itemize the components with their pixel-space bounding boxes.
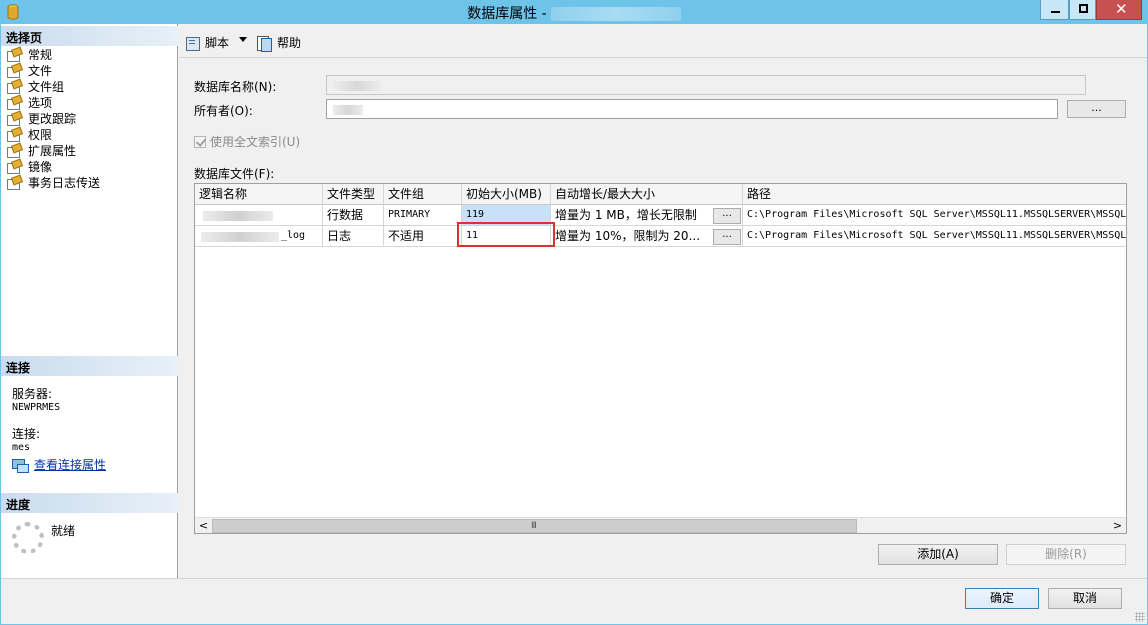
- progress-header: 进度: [1, 493, 178, 513]
- redacted-logical-name: [201, 232, 279, 242]
- window-title: 数据库属性 -: [0, 3, 1148, 23]
- autogrowth-cell[interactable]: 增量为 10%，限制为 20... ...: [551, 226, 743, 247]
- file-type-cell[interactable]: 行数据: [323, 205, 384, 226]
- close-button[interactable]: ✕: [1096, 0, 1142, 20]
- scroll-right-arrow-icon[interactable]: >: [1109, 518, 1126, 533]
- page-icon: [6, 160, 22, 174]
- redacted-db-name-value: [333, 81, 381, 91]
- scroll-left-arrow-icon[interactable]: <: [195, 518, 212, 533]
- page-item-files[interactable]: 文件: [6, 63, 100, 79]
- dialog-client: 选择页 常规 文件 文件组 选项 更改跟踪 权限 扩展属性 镜像 事务日志传送 …: [1, 24, 1147, 624]
- db-files-grid: 逻辑名称 文件类型 文件组 初始大小(MB) 自动增长/最大大小 路径 行数据 …: [194, 183, 1127, 534]
- page-icon: [6, 96, 22, 110]
- autogrowth-text: 增量为 10%，限制为 20...: [555, 229, 701, 243]
- title-bar: 数据库属性 - ✕: [0, 0, 1148, 24]
- logical-name-cell[interactable]: [195, 205, 323, 226]
- page-item-filegroups[interactable]: 文件组: [6, 79, 100, 95]
- script-button[interactable]: 脚本: [185, 34, 229, 51]
- script-dropdown-arrow-icon[interactable]: [239, 37, 247, 42]
- ok-button[interactable]: 确定: [965, 588, 1039, 609]
- progress-spinner-icon: [12, 522, 44, 554]
- db-name-label: 数据库名称(N):: [194, 80, 277, 94]
- pages-header: 选择页: [1, 26, 178, 46]
- cancel-button[interactable]: 取消: [1048, 588, 1122, 609]
- page-icon: [6, 64, 22, 78]
- autogrowth-cell[interactable]: 增量为 1 MB，增长无限制 ...: [551, 205, 743, 226]
- initial-size-cell[interactable]: 11: [462, 226, 551, 247]
- owner-label: 所有者(O):: [194, 104, 253, 118]
- table-row[interactable]: 行数据 PRIMARY 119 增量为 1 MB，增长无限制 ... C:\Pr…: [195, 205, 1126, 226]
- connection-info: 服务器: NEWPRMES 连接: mes: [12, 385, 172, 465]
- connection-value: mes: [12, 442, 31, 453]
- connection-properties-icon: [12, 458, 29, 473]
- pages-list: 常规 文件 文件组 选项 更改跟踪 权限 扩展属性 镜像 事务日志传送: [6, 47, 100, 191]
- minimize-button[interactable]: [1040, 0, 1069, 20]
- page-icon: [6, 80, 22, 94]
- page-item-permissions[interactable]: 权限: [6, 127, 100, 143]
- column-header-initial-size[interactable]: 初始大小(MB): [462, 184, 551, 205]
- add-button[interactable]: 添加(A): [878, 544, 998, 565]
- filegroup-cell[interactable]: PRIMARY: [384, 205, 462, 226]
- page-item-extended-properties[interactable]: 扩展属性: [6, 143, 100, 159]
- redacted-db-name: [550, 7, 681, 21]
- path-cell[interactable]: C:\Program Files\Microsoft SQL Server\MS…: [743, 205, 1126, 226]
- db-name-field[interactable]: [326, 75, 1086, 95]
- column-header-file-type[interactable]: 文件类型: [323, 184, 384, 205]
- maximize-button[interactable]: [1069, 0, 1096, 20]
- page-icon: [6, 48, 22, 62]
- remove-button[interactable]: 删除(R): [1006, 544, 1126, 565]
- server-label: 服务器:: [12, 387, 53, 401]
- page-icon: [6, 112, 22, 126]
- connection-header: 连接: [1, 356, 178, 376]
- toolbar: 脚本 帮助: [179, 24, 1147, 58]
- connection-label: 连接:: [12, 427, 41, 441]
- fulltext-checkbox[interactable]: 使用全文索引(U): [194, 133, 300, 150]
- filegroup-cell[interactable]: 不适用: [384, 226, 462, 247]
- column-header-logical-name[interactable]: 逻辑名称: [195, 184, 323, 205]
- page-icon: [6, 128, 22, 142]
- column-header-autogrowth[interactable]: 自动增长/最大大小: [551, 184, 743, 205]
- page-icon: [6, 176, 22, 190]
- logical-name-cell[interactable]: _log: [195, 226, 323, 247]
- autogrowth-text: 增量为 1 MB，增长无限制: [555, 208, 697, 222]
- grid-header-row: 逻辑名称 文件类型 文件组 初始大小(MB) 自动增长/最大大小 路径: [195, 184, 1126, 205]
- owner-browse-button[interactable]: ...: [1067, 100, 1126, 118]
- file-type-cell[interactable]: 日志: [323, 226, 384, 247]
- horizontal-scrollbar[interactable]: < III >: [195, 517, 1126, 533]
- path-cell[interactable]: C:\Program Files\Microsoft SQL Server\MS…: [743, 226, 1126, 247]
- table-row[interactable]: _log 日志 不适用 11 增量为 10%，限制为 20... ... C:\…: [195, 226, 1126, 247]
- minimize-icon: [1051, 11, 1060, 13]
- resize-grip-icon[interactable]: [1135, 612, 1145, 622]
- column-header-filegroup[interactable]: 文件组: [384, 184, 462, 205]
- scroll-thumb[interactable]: III: [212, 519, 857, 533]
- autogrowth-browse-button[interactable]: ...: [713, 208, 741, 224]
- owner-field[interactable]: [326, 99, 1058, 119]
- page-item-options[interactable]: 选项: [6, 95, 100, 111]
- script-icon: [185, 36, 201, 51]
- page-item-change-tracking[interactable]: 更改跟踪: [6, 111, 100, 127]
- initial-size-cell[interactable]: 119: [462, 205, 551, 226]
- left-pane: 选择页 常规 文件 文件组 选项 更改跟踪 权限 扩展属性 镜像 事务日志传送 …: [1, 24, 178, 578]
- column-header-path[interactable]: 路径: [743, 184, 1126, 205]
- maximize-icon: [1079, 4, 1088, 13]
- close-icon: ✕: [1115, 0, 1128, 18]
- redacted-owner-value: [333, 105, 363, 115]
- scroll-grip-icon: III: [531, 521, 537, 531]
- view-connection-properties-link[interactable]: 查看连接属性: [12, 456, 106, 473]
- db-files-label: 数据库文件(F):: [194, 167, 275, 181]
- server-value: NEWPRMES: [12, 402, 61, 413]
- page-item-log-shipping[interactable]: 事务日志传送: [6, 175, 100, 191]
- progress-status: 就绪: [51, 524, 76, 538]
- page-item-mirroring[interactable]: 镜像: [6, 159, 100, 175]
- page-item-general[interactable]: 常规: [6, 47, 100, 63]
- page-icon: [6, 144, 22, 158]
- help-button[interactable]: 帮助: [257, 34, 301, 52]
- help-icon: [257, 35, 273, 52]
- autogrowth-browse-button[interactable]: ...: [713, 229, 741, 245]
- redacted-logical-name: [203, 211, 273, 221]
- checkbox-icon: [194, 135, 206, 148]
